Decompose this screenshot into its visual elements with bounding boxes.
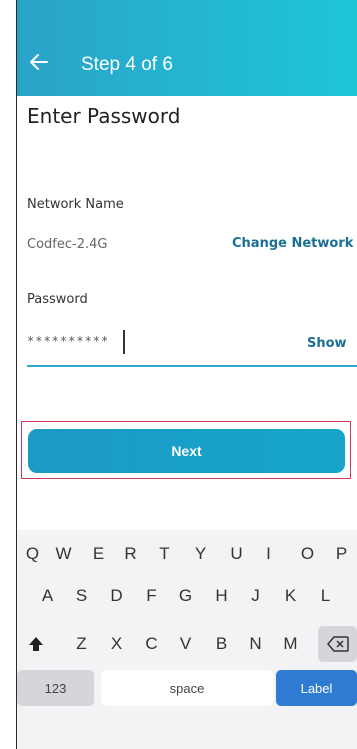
backspace-key[interactable] (318, 626, 357, 662)
app-screen: Step 4 of 6 Enter Password Network Name … (17, 0, 357, 749)
network-name-value: Codfec-2.4G (27, 237, 108, 252)
key-d[interactable]: D (101, 578, 132, 614)
key-w[interactable]: W (48, 536, 79, 572)
key-r[interactable]: R (115, 536, 146, 572)
key-c[interactable]: C (136, 626, 167, 662)
backspace-icon (326, 636, 349, 652)
network-name-label: Network Name (27, 197, 124, 212)
key-x[interactable]: X (101, 626, 132, 662)
arrow-left-icon[interactable] (27, 50, 51, 74)
text-caret (123, 330, 125, 354)
shift-key[interactable] (20, 626, 52, 662)
next-button[interactable]: Next (28, 429, 345, 473)
key-y[interactable]: Y (185, 536, 216, 572)
key-p[interactable]: P (326, 536, 357, 572)
key-e[interactable]: E (83, 536, 114, 572)
key-v[interactable]: V (170, 626, 201, 662)
key-n[interactable]: N (240, 626, 271, 662)
key-b[interactable]: B (206, 626, 237, 662)
key-o[interactable]: O (292, 536, 323, 572)
key-m[interactable]: M (275, 626, 306, 662)
password-underline (27, 365, 357, 367)
device-frame-edge (0, 0, 17, 749)
key-q[interactable]: Q (17, 536, 48, 572)
header-title: Step 4 of 6 (81, 54, 173, 75)
key-k[interactable]: K (275, 578, 306, 614)
key-i[interactable]: I (253, 536, 284, 572)
key-l[interactable]: L (310, 578, 341, 614)
key-f[interactable]: F (136, 578, 167, 614)
key-z[interactable]: Z (66, 626, 97, 662)
key-a[interactable]: A (32, 578, 63, 614)
password-input[interactable]: ********** (27, 334, 109, 348)
key-j[interactable]: J (240, 578, 271, 614)
key-g[interactable]: G (170, 578, 201, 614)
key-u[interactable]: U (221, 536, 252, 572)
show-password-link[interactable]: Show (307, 336, 347, 351)
keyboard: Q W E R T Y U I O P A S D F G H J K L Z … (17, 530, 357, 749)
numbers-key[interactable]: 123 (17, 670, 94, 706)
shift-arrow-icon (29, 637, 43, 651)
key-t[interactable]: T (149, 536, 180, 572)
change-network-link[interactable]: Change Network (232, 236, 353, 251)
password-label: Password (27, 292, 88, 307)
label-action-key[interactable]: Label (276, 670, 357, 706)
key-h[interactable]: H (206, 578, 237, 614)
key-s[interactable]: S (66, 578, 97, 614)
page-title: Enter Password (27, 104, 181, 128)
header-bar: Step 4 of 6 (17, 0, 357, 96)
space-key[interactable]: space (101, 670, 273, 706)
